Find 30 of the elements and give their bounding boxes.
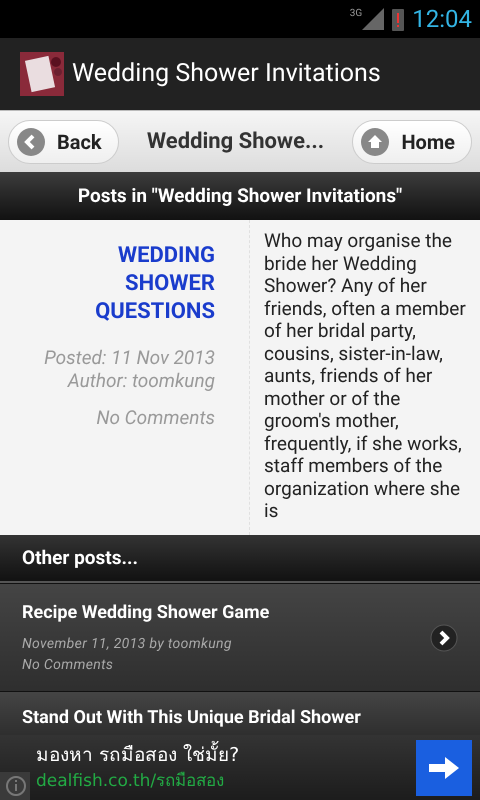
back-button[interactable]: Back	[8, 120, 119, 164]
post-author: Author: toomkung	[68, 369, 215, 392]
network-type: 3G	[350, 7, 362, 21]
post-list-comments: No Comments	[22, 656, 114, 675]
post-list-item[interactable]: Stand Out With This Unique Bridal Shower	[0, 691, 480, 735]
post-date: Posted: 11 Nov 2013	[44, 346, 215, 369]
app-title: Wedding Shower Invitations	[72, 58, 381, 90]
ad-arrow-button[interactable]	[416, 740, 472, 796]
signal-icon	[362, 8, 384, 30]
post-list-meta: November 11, 2013 by toomkung	[22, 635, 233, 654]
chevron-icon	[430, 624, 458, 652]
section-header: Other posts...	[0, 535, 480, 583]
home-button[interactable]: Home	[352, 120, 472, 164]
home-icon	[361, 128, 390, 156]
section-header: Posts in "Wedding Shower Invitations"	[0, 172, 480, 220]
clock: 12:04	[412, 4, 472, 35]
info-icon[interactable]	[0, 772, 30, 800]
page-title: Wedding Showe...	[146, 128, 324, 156]
back-icon	[17, 128, 45, 156]
post-list-title: Recipe Wedding Shower Game	[22, 601, 270, 625]
ad-link[interactable]: dealfish.co.th/รถมือสอง	[36, 769, 416, 794]
comment-count: No Comments	[96, 405, 215, 431]
post-title[interactable]: WEDDING SHOWER QUESTIONS	[65, 242, 215, 326]
battery-icon	[392, 7, 404, 31]
post-list-item[interactable]: Recipe Wedding Shower Game November 11, 2013 by toomkung No Comments	[0, 583, 480, 691]
ad-headline: มองหา รถมือสอง ใช่มั้ย?	[36, 740, 416, 769]
arrow-icon	[429, 756, 459, 778]
post-excerpt: Who may organise the bride her Wedding Shower? Any of her friends, often a member of her bridal party, cousins, sister-in-law, aunts, friends of her mother or of the groom's mother, frequently, if she works, staff members of the organization where she is	[263, 228, 467, 524]
ad-banner[interactable]: มองหา รถมือสอง ใช่มั้ย? dealfish.co.th/รถมือสอง	[0, 735, 480, 800]
post-list-title: Stand Out With This Unique Bridal Shower	[22, 706, 362, 730]
